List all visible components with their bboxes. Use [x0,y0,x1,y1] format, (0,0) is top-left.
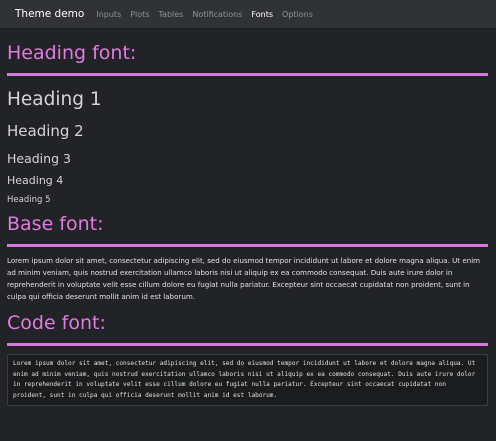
section-divider [7,73,488,76]
nav-item-notifications[interactable]: Notifications [192,10,242,19]
nav-item-inputs[interactable]: Inputs [96,10,121,19]
heading-font-title: Heading font: [7,42,137,64]
code-font-sample: Lorem ipsum dolor sit amet, consectetur … [7,354,488,406]
nav-item-options[interactable]: Options [282,10,313,19]
navbar-brand[interactable]: Theme demo [15,8,84,20]
nav-item-tables[interactable]: Tables [158,10,183,19]
main-content: Heading font: Heading 1 Heading 2 Headin… [0,41,496,406]
heading-font-section: Heading font: Heading 1 Heading 2 Headin… [7,41,488,206]
section-divider [7,343,488,346]
base-font-title: Base font: [7,213,104,235]
heading-2-sample: Heading 2 [7,122,84,140]
nav-item-fonts[interactable]: Fonts [251,10,273,19]
section-divider [7,244,488,247]
base-font-sample: Lorem ipsum dolor sit amet, consectetur … [7,256,481,301]
heading-4-sample: Heading 4 [7,174,64,187]
heading-3-sample: Heading 3 [7,151,71,166]
base-font-section: Base font: Lorem ipsum dolor sit amet, c… [7,212,488,303]
navbar: Theme demo Inputs Plots Tables Notificat… [0,0,496,29]
heading-1-sample: Heading 1 [7,89,102,110]
nav-item-plots[interactable]: Plots [130,10,149,19]
code-font-title: Code font: [7,312,106,334]
code-font-section: Code font: Lorem ipsum dolor sit amet, c… [7,311,488,406]
heading-5-sample: Heading 5 [7,195,51,205]
